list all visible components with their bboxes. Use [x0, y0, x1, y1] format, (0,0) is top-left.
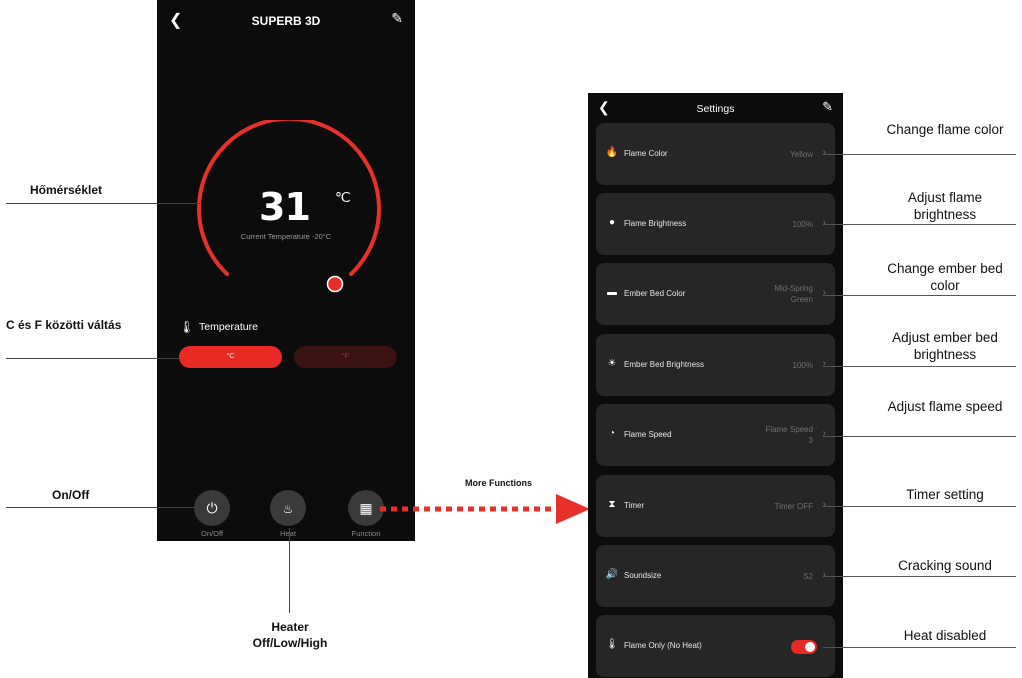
- setting-ember-bed-color[interactable]: ▬ Ember Bed Color Mid-Spring Green ›: [596, 263, 835, 325]
- annotation-cracking-sound: Cracking sound: [898, 558, 992, 573]
- setting-name: Ember Bed Brightness: [624, 360, 705, 369]
- temperature-unit: ℃: [335, 189, 351, 205]
- speed-icon: ◔: [608, 428, 616, 439]
- annotation-line: [823, 647, 1016, 648]
- celsius-button[interactable]: °C: [179, 346, 282, 368]
- setting-value: Timer OFF: [774, 502, 813, 511]
- annotation-line: [6, 358, 180, 359]
- current-temperature: Current Temperature -20°C: [240, 232, 332, 241]
- heat-label: Heat: [280, 529, 296, 538]
- dotted-arrow: [380, 494, 590, 524]
- hourglass-icon: ⧗: [608, 499, 616, 510]
- setting-value: 100%: [792, 361, 813, 370]
- setting-name: Flame Brightness: [624, 219, 687, 228]
- annotation-line: [823, 576, 1016, 577]
- setting-name: Timer: [624, 501, 645, 510]
- chevron-right-icon: ›: [822, 428, 826, 439]
- annotation-line: [6, 507, 194, 508]
- annotation-heater-line2: Off/Low/High: [252, 636, 328, 650]
- annotation-adjust-flame-speed: Adjust flame speed: [887, 399, 1003, 414]
- annotation-line: [823, 366, 1016, 367]
- setting-flame-brightness[interactable]: ● Flame Brightness 100% ›: [596, 193, 835, 255]
- annotation-change-flame-color: Change flame color: [886, 122, 1004, 137]
- annotation-temperature: Hőmérséklet: [30, 183, 103, 197]
- setting-name: Flame Speed: [624, 430, 672, 439]
- setting-value: Yellow: [790, 150, 813, 159]
- annotation-adjust-flame-brightness: Adjust flame brightness: [907, 190, 983, 222]
- annotation-unit-switch: C és F közötti váltás: [6, 318, 122, 332]
- annotation-line: [823, 506, 1016, 507]
- setting-flame-only[interactable]: 🌡 Flame Only (No Heat): [596, 615, 835, 677]
- sun-icon: ☀: [607, 358, 617, 369]
- temperature-label: Temperature: [199, 321, 258, 333]
- dial-knob: [326, 275, 344, 293]
- chevron-right-icon: ›: [822, 287, 826, 298]
- chevron-right-icon: ›: [822, 569, 826, 580]
- power-icon: ⏻: [206, 500, 218, 516]
- fahrenheit-button[interactable]: °F: [294, 346, 397, 368]
- ember-icon: ▬: [607, 287, 617, 298]
- function-label: Function: [351, 529, 381, 538]
- flame-icon: 🔥: [605, 147, 619, 158]
- annotation-line: [823, 154, 1016, 155]
- annotation-line: [6, 203, 200, 204]
- annotation-heat-disabled: Heat disabled: [903, 628, 987, 643]
- annotation-line: [823, 224, 1016, 225]
- function-button[interactable]: ▦: [348, 490, 384, 526]
- annotation-onoff: On/Off: [52, 488, 90, 502]
- setting-timer[interactable]: ⧗ Timer Timer OFF ›: [596, 475, 835, 537]
- chevron-right-icon: ›: [822, 499, 826, 510]
- settings-screen: ❮ Settings ✎ 🔥 Flame Color Yellow › ● Fl…: [588, 93, 843, 678]
- setting-flame-speed[interactable]: ◔ Flame Speed Flame Speed 3 ›: [596, 404, 835, 466]
- annotation-adjust-ember-bed-brightness: Adjust ember bed brightness: [892, 330, 998, 362]
- annotation-heater-line1: Heater: [271, 620, 309, 634]
- setting-value: Mid-Spring Green: [774, 284, 813, 304]
- setting-flame-color[interactable]: 🔥 Flame Color Yellow ›: [596, 123, 835, 185]
- setting-name: Soundsize: [624, 571, 662, 580]
- heat-icon: ♨: [282, 502, 294, 516]
- annotation-more-functions: More Functions: [465, 478, 532, 488]
- heat-button[interactable]: ♨: [270, 490, 306, 526]
- flame-only-icon: 🌡: [605, 639, 619, 650]
- edit-icon[interactable]: ✎: [391, 10, 403, 27]
- device-title: SUPERB 3D: [251, 14, 321, 28]
- bulb-icon: ●: [608, 217, 616, 228]
- setting-name: Ember Bed Color: [624, 289, 686, 298]
- annotation-line: [823, 436, 1016, 437]
- chevron-right-icon: ›: [822, 217, 826, 228]
- temperature-value: 31: [259, 185, 311, 229]
- grid-icon: ▦: [359, 500, 373, 516]
- annotation-line: [289, 528, 290, 613]
- edit-icon[interactable]: ✎: [822, 99, 833, 115]
- setting-name: Flame Only (No Heat): [624, 641, 702, 650]
- chevron-right-icon: ›: [822, 358, 826, 369]
- setting-soundsize[interactable]: 🔊 Soundsize S2 ›: [596, 545, 835, 607]
- setting-value: Flame Speed 3: [765, 425, 813, 445]
- main-screen: ❮ SUPERB 3D ✎ 31 ℃ Current Temperature -…: [157, 0, 415, 541]
- annotation-timer-setting: Timer setting: [906, 487, 984, 502]
- heat-toggle[interactable]: [791, 640, 817, 654]
- power-label: On/Off: [201, 529, 223, 538]
- setting-name: Flame Color: [624, 149, 668, 158]
- setting-value: S2: [803, 572, 813, 581]
- thermometer-icon: 🌡: [179, 320, 195, 334]
- power-button[interactable]: ⏻: [194, 490, 230, 526]
- annotation-line: [823, 295, 1016, 296]
- setting-ember-bed-brightness[interactable]: ☀ Ember Bed Brightness 100% ›: [596, 334, 835, 396]
- chevron-right-icon: ›: [822, 147, 826, 158]
- annotation-change-ember-bed-color: Change ember bed color: [887, 261, 1003, 293]
- settings-title: Settings: [696, 103, 735, 115]
- speaker-icon: 🔊: [605, 569, 619, 580]
- setting-value: 100%: [792, 220, 813, 229]
